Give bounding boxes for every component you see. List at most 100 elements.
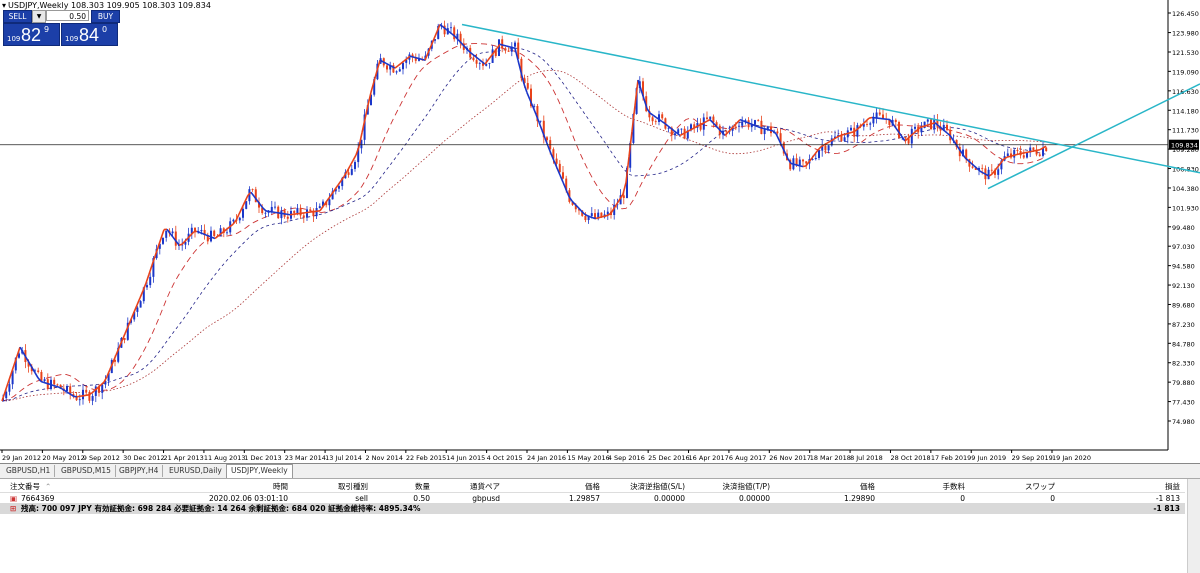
date-tick-label: 4 Oct 2015 — [487, 454, 523, 462]
trend-overlay-segment — [826, 140, 831, 144]
date-tick-label: 19 Jan 2020 — [1052, 454, 1091, 462]
date-tick-label: 15 May 2016 — [567, 454, 609, 462]
trend-overlay-segment — [145, 273, 150, 284]
trend-overlay-segment — [964, 157, 969, 161]
lot-dropdown-icon[interactable]: ▼ — [32, 10, 46, 23]
candle-body — [56, 384, 59, 386]
candle-body — [798, 159, 801, 166]
date-tick-label: 1 Dec 2013 — [244, 454, 281, 462]
col-size[interactable]: 数量 — [380, 481, 430, 492]
col-current-price[interactable]: 価格 — [820, 481, 875, 492]
candle-body — [1032, 147, 1035, 150]
tab-gbpjpy-h4[interactable]: GBPJPY,H4 — [115, 465, 164, 477]
trend-overlay-segment — [1033, 149, 1038, 152]
candle-body — [504, 48, 507, 51]
candle-body — [232, 219, 235, 222]
candle-body — [398, 69, 401, 72]
col-profit[interactable]: 損益 — [1120, 481, 1180, 492]
trend-overlay-segment — [763, 127, 768, 131]
trend-overlay-segment — [415, 57, 420, 60]
sell-button[interactable]: SELL — [3, 10, 32, 23]
price-tick-label: 89.680 — [1172, 301, 1195, 309]
col-commission[interactable]: 手数料 — [910, 481, 966, 492]
candle-body — [472, 57, 475, 61]
trend-overlay-segment — [487, 55, 492, 61]
trend-overlay-segment — [715, 125, 720, 130]
price-tick-label: 111.730 — [1172, 127, 1199, 135]
col-swap[interactable]: スワップ — [1000, 481, 1055, 492]
tab-usdjpy-weekly[interactable]: USDJPY,Weekly — [226, 464, 293, 478]
trend-overlay-segment — [754, 124, 759, 128]
trend-overlay-segment — [595, 216, 600, 220]
price-tick-label: 99.480 — [1172, 224, 1195, 232]
candle-body — [818, 150, 820, 158]
candle-body — [174, 231, 177, 246]
candle-body — [270, 206, 273, 212]
candle-body — [1013, 150, 1016, 158]
col-symbol[interactable]: 通貨ペア — [435, 481, 500, 492]
price-tick-label: 101.930 — [1172, 204, 1199, 212]
col-time[interactable]: 時間 — [230, 481, 288, 492]
sell-price-box[interactable]: 109 82 9 — [3, 23, 60, 46]
trend-overlay-segment — [622, 182, 627, 195]
current-price-label: 109.834 — [1171, 142, 1198, 150]
summary-profit: -1 813 — [1153, 504, 1180, 513]
trend-overlay-segment — [586, 214, 591, 218]
trend-overlay-segment — [679, 133, 684, 137]
candle-body — [754, 120, 756, 125]
trend-overlay-segment — [913, 129, 918, 134]
candle-body — [555, 158, 558, 164]
trend-overlay-segment — [214, 235, 219, 240]
price-tick-label: 84.780 — [1172, 340, 1195, 348]
trend-overlay-segment — [97, 384, 102, 389]
buy-price-pip: 0 — [102, 25, 108, 34]
candle-body — [139, 301, 142, 308]
trend-overlay-segment — [760, 127, 765, 130]
trend-overlay-segment — [478, 58, 483, 63]
date-tick-label: 9 Jun 2019 — [971, 454, 1006, 462]
date-tick-label: 11 Aug 2013 — [204, 454, 246, 462]
tab-eurusd-daily[interactable]: EURUSD,Daily — [165, 465, 227, 477]
price-chart[interactable]: 126.450123.980121.530119.090116.630114.1… — [0, 0, 1200, 463]
trend-overlay-segment — [1021, 151, 1026, 155]
trend-overlay-segment — [1018, 152, 1023, 155]
candle-body — [251, 189, 254, 190]
trend-overlay-segment — [1030, 150, 1035, 153]
candle-body — [280, 210, 283, 219]
trend-overlay-segment — [352, 154, 357, 161]
trend-overlay-segment — [652, 114, 657, 118]
trend-overlay-segment — [136, 297, 141, 306]
candle-body — [293, 210, 296, 214]
terminal-scrollbar[interactable] — [1187, 479, 1200, 573]
trend-overlay-segment — [796, 164, 801, 167]
date-tick-label: 9 Sep 2012 — [83, 454, 120, 462]
trend-overlay-segment — [739, 118, 744, 122]
candle-body — [622, 195, 625, 198]
trend-overlay-segment — [538, 121, 543, 131]
candle-body — [238, 217, 241, 221]
col-price[interactable]: 価格 — [550, 481, 600, 492]
trend-overlay-segment — [649, 112, 654, 116]
candle-body — [971, 166, 974, 168]
lot-size-input[interactable]: 0.50 — [46, 10, 89, 21]
summary-icon: ⊞ — [10, 504, 17, 513]
col-ticket[interactable]: 注文番号 — [10, 481, 40, 492]
trend-overlay-segment — [790, 162, 795, 166]
trend-overlay-segment — [673, 130, 678, 134]
trend-overlay-segment — [397, 62, 402, 67]
price-chart-area[interactable]: 126.450123.980121.530119.090116.630114.1… — [0, 0, 1200, 464]
buy-price-box[interactable]: 109 84 0 — [61, 23, 118, 46]
trend-overlay-segment — [160, 229, 165, 239]
col-tp[interactable]: 決済指値(T/P) — [700, 481, 770, 492]
col-sl[interactable]: 決済逆指値(S/L) — [605, 481, 685, 492]
tab-gbpusd-m15[interactable]: GBPUSD,M15 — [57, 465, 116, 477]
price-tick-label: 92.130 — [1172, 282, 1195, 290]
trend-overlay-segment — [589, 215, 594, 219]
col-type[interactable]: 取引種別 — [318, 481, 368, 492]
buy-price-main: 84 — [79, 25, 100, 45]
tab-gbpusd-h1[interactable]: GBPUSD,H1 — [2, 465, 56, 477]
candle-body — [590, 213, 593, 217]
candle-body — [651, 117, 654, 122]
one-click-trading-panel: SELL ▼ 0.50 BUY 109 82 9 109 84 0 — [3, 10, 120, 46]
buy-button[interactable]: BUY — [91, 10, 120, 23]
